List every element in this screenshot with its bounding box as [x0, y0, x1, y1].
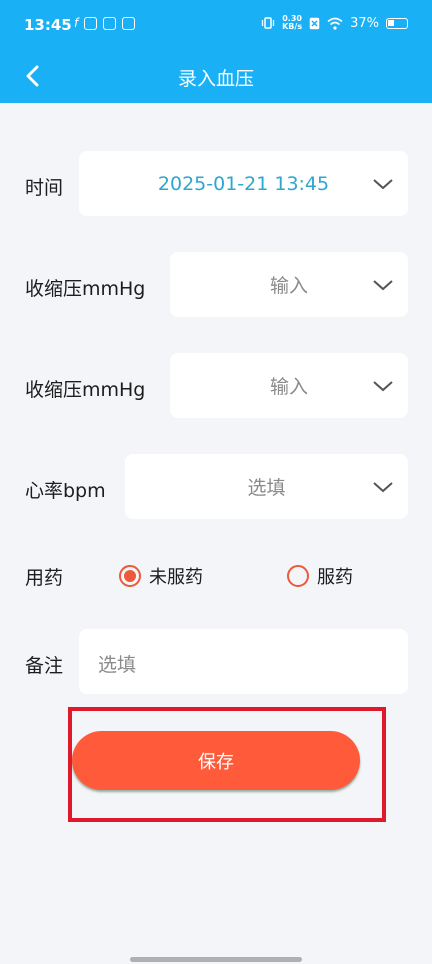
app-paw-icon	[103, 16, 117, 30]
radio-taken-label: 服药	[317, 567, 353, 588]
status-bar: 13:45 f 0.30 KB/s 37%	[0, 0, 432, 50]
wifi-icon	[327, 17, 343, 30]
header-bar: 13:45 f 0.30 KB/s 37% 录入血压	[0, 0, 432, 103]
network-speed-unit: KB/s	[282, 22, 303, 31]
medication-label: 用药	[25, 567, 64, 589]
home-indicator[interactable]	[130, 957, 302, 962]
save-button[interactable]: 保存	[72, 731, 360, 790]
no-sim-icon	[309, 17, 320, 29]
diastolic-label: 收缩压mmHg	[25, 379, 146, 401]
app-f-icon: f	[74, 16, 79, 30]
heart-rate-select[interactable]: 选填	[125, 454, 408, 519]
radio-button-unchecked[interactable]	[287, 565, 309, 587]
diastolic-input[interactable]: 输入	[170, 353, 408, 418]
app-box-icon	[122, 16, 136, 30]
notes-placeholder: 选填	[98, 654, 137, 676]
navbar: 录入血压	[0, 50, 432, 103]
battery-icon	[386, 17, 408, 29]
chevron-down-icon	[373, 482, 393, 493]
battery-percent: 37%	[350, 15, 379, 31]
systolic-input[interactable]: 输入	[170, 252, 408, 317]
notes-label: 备注	[25, 655, 64, 677]
radio-not-taken[interactable]: 未服药	[119, 563, 203, 589]
radio-not-taken-label: 未服药	[149, 567, 203, 588]
chevron-down-icon	[373, 280, 393, 291]
radio-button-checked[interactable]	[119, 565, 141, 587]
radio-taken[interactable]: 服药	[287, 563, 353, 589]
chevron-down-icon	[373, 179, 393, 190]
heart-rate-label: 心率bpm	[25, 480, 106, 502]
status-time: 13:45	[24, 16, 72, 34]
time-label: 时间	[25, 177, 64, 199]
heart-rate-placeholder: 选填	[247, 477, 286, 499]
time-select[interactable]: 2025-01-21 13:45	[79, 151, 408, 216]
notification-icons: f	[74, 16, 136, 30]
app-gallery-icon	[84, 16, 98, 30]
vibrate-icon	[261, 17, 275, 29]
chevron-down-icon	[373, 381, 393, 392]
notes-input[interactable]: 选填	[79, 629, 408, 694]
time-value: 2025-01-21 13:45	[157, 172, 330, 195]
network-speed: 0.30 KB/s	[282, 15, 302, 31]
status-right: 0.30 KB/s 37%	[261, 15, 408, 31]
page-title: 录入血压	[177, 68, 254, 90]
systolic-label: 收缩压mmHg	[25, 278, 146, 300]
